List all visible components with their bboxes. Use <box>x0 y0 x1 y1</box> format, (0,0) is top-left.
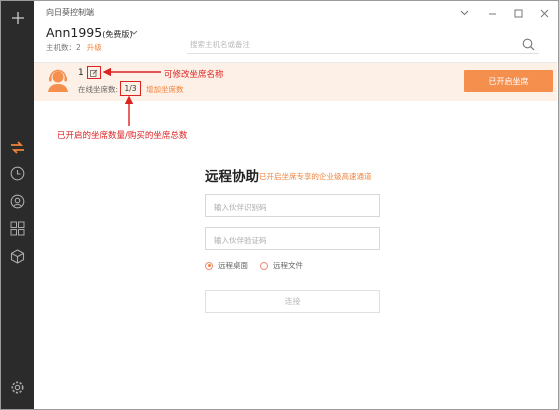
seat-name: 1 <box>78 68 84 78</box>
seat-opened-button[interactable]: 已开启坐席 <box>464 70 553 92</box>
host-count: 主机数：2 升级 <box>46 42 102 53</box>
search-placeholder: 搜索主机名或备注 <box>190 40 250 49</box>
settings-icon[interactable] <box>9 379 26 396</box>
verify-code-field[interactable] <box>205 227 380 251</box>
account-name[interactable]: Ann1995(免费版) <box>46 25 132 40</box>
search-icon[interactable] <box>522 36 535 55</box>
search-box[interactable]: 搜索主机名或备注 <box>187 34 539 54</box>
online-seat-label: 在线坐席数: <box>78 85 119 94</box>
radio-remote-desktop[interactable]: 远程桌面 <box>205 260 248 271</box>
close-icon[interactable] <box>536 5 552 21</box>
clock-icon[interactable] <box>9 165 26 182</box>
seat-ratio: 1/3 <box>120 81 141 96</box>
partner-code-field[interactable] <box>205 194 380 218</box>
radio-label-file: 远程文件 <box>273 261 303 270</box>
annotation-seat-count: 已开启的坐席数量/购买的坐席总数 <box>57 131 188 141</box>
radio-label-desktop: 远程桌面 <box>218 261 248 270</box>
account-chevron-icon[interactable] <box>130 28 138 38</box>
edition-label: (免费版) <box>102 30 133 39</box>
cube-icon[interactable] <box>9 248 26 265</box>
annotation-rename: 可修改坐席名称 <box>164 70 224 80</box>
title-bar: 向日葵控制端 <box>34 1 558 25</box>
partner-code-input[interactable] <box>206 197 379 218</box>
seat-panel: 1 在线坐席数: 1/3 增加坐席数 已开启坐席 <box>34 63 557 101</box>
remote-assist-subtitle: 已开启坐席专享的企业级高速通道 <box>259 172 372 181</box>
agent-avatar-icon <box>47 69 69 93</box>
transfer-icon[interactable] <box>9 139 26 156</box>
apps-grid-icon[interactable] <box>9 220 26 237</box>
chevron-down-icon[interactable] <box>456 5 472 21</box>
connect-button[interactable]: 连接 <box>205 290 380 313</box>
add-seat-link[interactable]: 增加坐席数 <box>146 84 184 95</box>
minimize-icon[interactable] <box>484 5 500 21</box>
edit-icon[interactable] <box>87 66 101 79</box>
maximize-icon[interactable] <box>510 5 526 21</box>
radio-remote-file[interactable]: 远程文件 <box>260 260 303 271</box>
remote-assist-title: 远程协助 <box>205 169 259 185</box>
sidebar <box>1 1 34 409</box>
radio-unselected-icon <box>260 261 268 270</box>
plus-icon[interactable] <box>9 9 26 26</box>
discover-icon[interactable] <box>9 193 26 210</box>
username-text: Ann1995 <box>46 25 103 40</box>
host-count-label: 主机数：2 <box>46 43 81 52</box>
radio-selected-icon <box>205 261 213 270</box>
window-title: 向日葵控制端 <box>46 8 94 17</box>
verify-code-input[interactable] <box>206 230 379 251</box>
app-window: 向日葵控制端 Ann1995(免费版) 主机数：2 升级 搜索主机名或备注 1 … <box>0 0 559 410</box>
upgrade-link[interactable]: 升级 <box>87 43 102 52</box>
